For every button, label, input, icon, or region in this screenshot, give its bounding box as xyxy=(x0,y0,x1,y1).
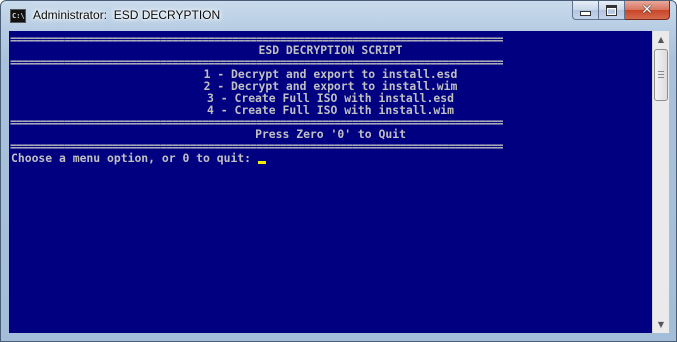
grip-line xyxy=(658,71,664,72)
maximize-button[interactable] xyxy=(599,1,625,20)
scroll-down-icon[interactable]: ▼ xyxy=(653,316,669,333)
minimize-button[interactable] xyxy=(572,1,599,20)
window-title: Administrator: ESD DECRYPTION xyxy=(33,8,221,22)
grip-line xyxy=(658,77,664,78)
prompt-text: Choose a menu option, or 0 to quit: xyxy=(11,151,258,165)
close-button[interactable]: ✕ xyxy=(625,1,670,20)
window-controls: ✕ xyxy=(572,1,670,20)
maximize-icon xyxy=(606,4,617,16)
grip-line xyxy=(658,74,664,75)
prompt-line[interactable]: Choose a menu option, or 0 to quit: xyxy=(11,152,266,164)
title-bar[interactable]: C:\ Administrator: ESD DECRYPTION ✕ xyxy=(1,1,676,31)
minimize-icon xyxy=(580,11,591,16)
scroll-up-icon[interactable]: ▲ xyxy=(653,31,669,48)
vertical-scrollbar[interactable]: ▲ ▼ xyxy=(652,31,669,333)
cmd-icon[interactable]: C:\ xyxy=(10,9,26,23)
scrollbar-thumb[interactable] xyxy=(654,49,668,101)
close-icon: ✕ xyxy=(641,1,653,18)
console-window: C:\ Administrator: ESD DECRYPTION ✕ ====… xyxy=(0,0,677,342)
text-cursor xyxy=(257,161,266,164)
console-output[interactable]: ========================================… xyxy=(9,31,652,333)
